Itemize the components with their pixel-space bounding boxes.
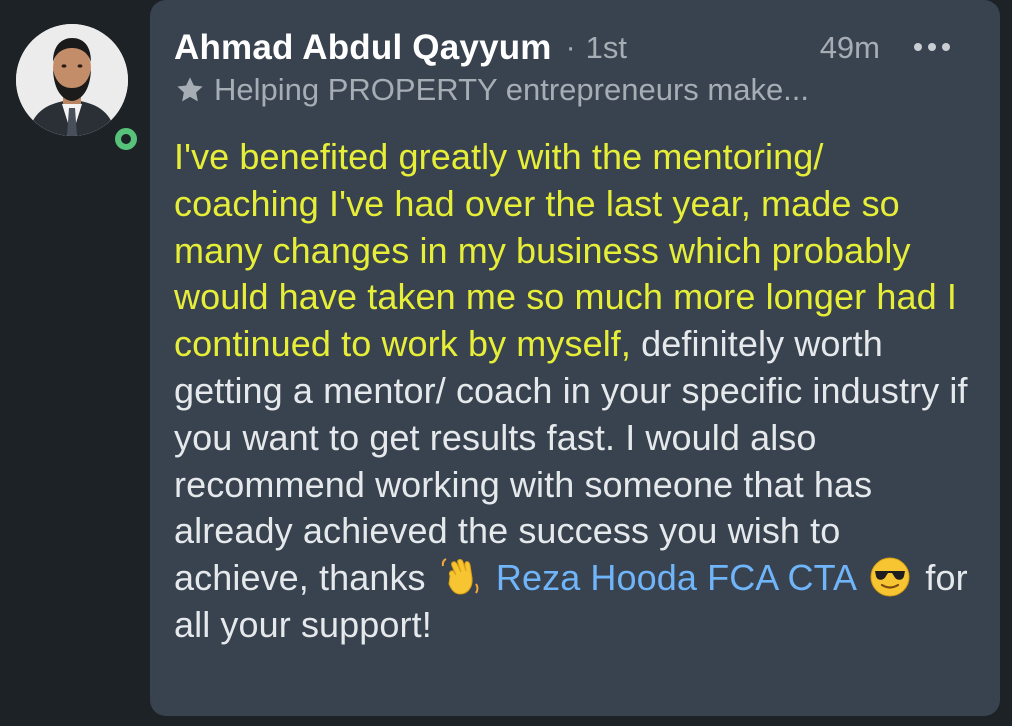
more-dot-icon xyxy=(942,43,950,51)
connection-degree: 1st xyxy=(585,30,627,65)
more-options-button[interactable] xyxy=(914,32,950,62)
star-icon xyxy=(177,77,203,102)
author-headline-row: Helping PROPERTY entrepreneurs make... xyxy=(174,72,976,108)
more-dot-icon xyxy=(928,43,936,51)
comment-text: I've benefited greatly with the mentorin… xyxy=(174,134,974,649)
author-avatar-container[interactable] xyxy=(16,24,146,159)
comment-timestamp: 49m xyxy=(819,30,880,65)
author-headline: Helping PROPERTY entrepreneurs make... xyxy=(214,72,810,107)
more-dot-icon xyxy=(914,43,922,51)
comment-card: Ahmad Abdul Qayyum · 1st 49m Helping PRO… xyxy=(150,0,1000,716)
sunglasses-emoji-icon xyxy=(870,557,910,597)
author-name[interactable]: Ahmad Abdul Qayyum xyxy=(174,28,552,68)
degree-separator: · xyxy=(565,31,576,64)
online-ring-icon xyxy=(115,128,137,150)
author-row: Ahmad Abdul Qayyum · 1st 49m xyxy=(174,26,976,70)
online-status-indicator xyxy=(106,119,146,159)
avatar-photo xyxy=(16,24,128,136)
waving-hand-emoji-icon xyxy=(441,558,479,595)
comment-thread: Ahmad Abdul Qayyum · 1st 49m Helping PRO… xyxy=(0,0,1012,726)
avatar[interactable] xyxy=(16,24,128,136)
mention-link[interactable]: Reza Hooda FCA CTA xyxy=(496,557,855,598)
